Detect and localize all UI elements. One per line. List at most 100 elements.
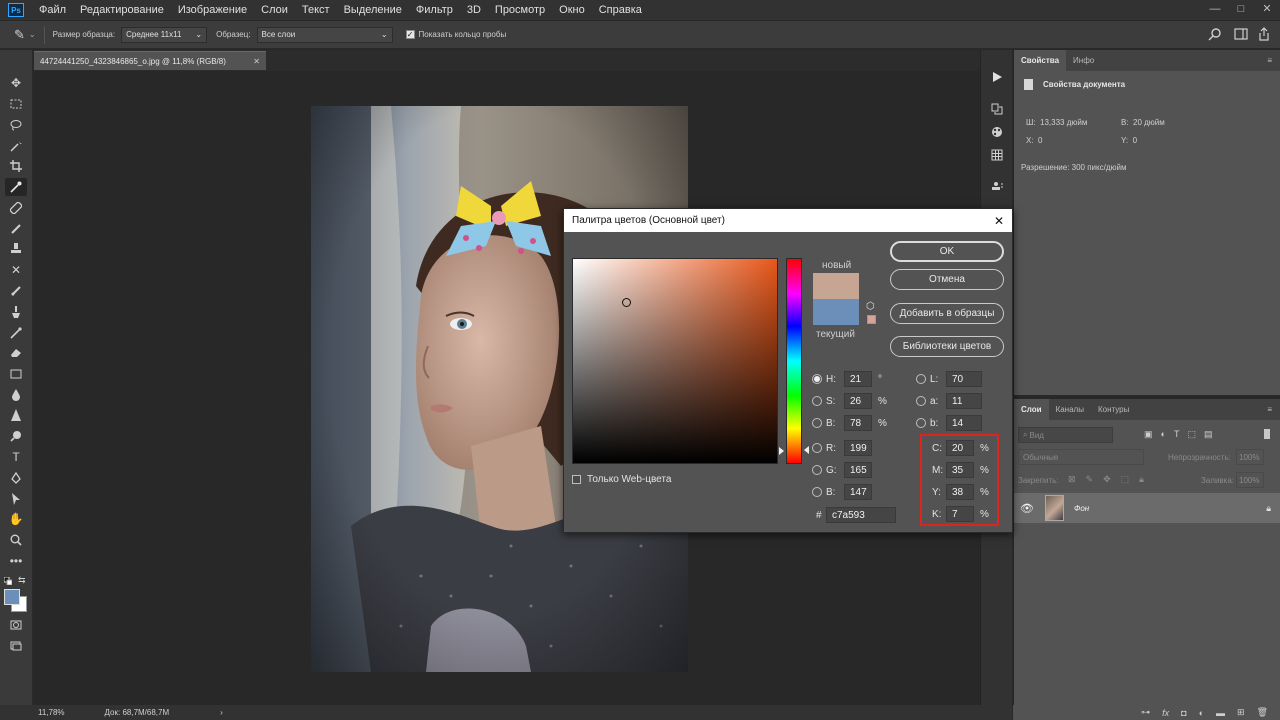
tab-layers[interactable]: Слои: [1014, 399, 1049, 420]
menu-filter[interactable]: Фильтр: [409, 4, 460, 16]
art-brush-tool-icon[interactable]: [5, 324, 27, 342]
erase-tool-icon[interactable]: [5, 344, 27, 362]
opacity-input[interactable]: 100%: [1236, 449, 1264, 465]
type-tool-icon[interactable]: T: [5, 448, 27, 466]
status-menu-arrow-icon[interactable]: ›: [220, 708, 223, 717]
blue-input[interactable]: 147: [844, 484, 872, 500]
color-field-cursor[interactable]: [622, 298, 631, 307]
eyedropper-tool-icon[interactable]: [5, 178, 27, 196]
clone-stamp-tool-icon[interactable]: [5, 240, 27, 258]
lock-all-icon[interactable]: 🔒︎: [1139, 474, 1144, 485]
lasso-tool-icon[interactable]: [5, 116, 27, 134]
blue-radio[interactable]: [812, 487, 822, 497]
visibility-eye-icon[interactable]: 👁︎: [1020, 502, 1034, 515]
width-value[interactable]: 13,333 дюйм: [1040, 118, 1087, 127]
red-radio[interactable]: [812, 443, 822, 453]
web-only-checkbox[interactable]: [572, 475, 581, 484]
saturation-radio[interactable]: [812, 396, 822, 406]
lock-paint-icon[interactable]: ✎: [1086, 474, 1094, 485]
blur-tool-icon[interactable]: [5, 386, 27, 404]
layer-filter-select[interactable]: ⌕ Вид: [1018, 427, 1113, 443]
x-value[interactable]: 0: [1038, 136, 1042, 145]
layer-style-icon[interactable]: fx: [1162, 708, 1169, 718]
shape-filter-icon[interactable]: ⬚: [1187, 429, 1196, 440]
a-channel-radio[interactable]: [916, 396, 926, 406]
mixer-brush-tool-icon[interactable]: [5, 303, 27, 321]
workspace-icon[interactable]: [1234, 27, 1248, 42]
height-value[interactable]: 20 дюйм: [1133, 118, 1165, 127]
red-input[interactable]: 199: [844, 440, 872, 456]
adjustment-filter-icon[interactable]: ◐: [1161, 429, 1166, 440]
color-palette-icon[interactable]: [986, 123, 1008, 141]
healing-brush-tool-icon[interactable]: [5, 199, 27, 217]
menu-help[interactable]: Справка: [592, 4, 649, 16]
out-of-gamut-cube-icon[interactable]: ⬡: [866, 301, 875, 312]
menu-type[interactable]: Текст: [295, 4, 337, 16]
lock-position-icon[interactable]: ✥: [1103, 474, 1111, 485]
dialog-close-icon[interactable]: ✕: [994, 214, 1004, 228]
panel-menu-icon[interactable]: ≡: [1267, 56, 1272, 65]
show-ring-checkbox[interactable]: ✓: [405, 30, 415, 39]
share-icon[interactable]: [1258, 26, 1270, 43]
new-layer-icon[interactable]: ⊞: [1237, 707, 1245, 718]
current-color-swatch[interactable]: [813, 299, 859, 325]
history-brush-tool-icon[interactable]: ✕: [5, 261, 27, 279]
hue-slider[interactable]: [786, 258, 802, 464]
menu-edit[interactable]: Редактирование: [73, 4, 171, 16]
search-icon[interactable]: [1208, 27, 1222, 43]
lightness-radio[interactable]: [916, 374, 926, 384]
type-filter-icon[interactable]: T: [1174, 429, 1180, 440]
brightness-input[interactable]: 78: [844, 415, 872, 431]
tool-preset-chevron-icon[interactable]: ⌄: [29, 30, 36, 39]
add-mask-icon[interactable]: ◘: [1181, 708, 1186, 718]
y-value[interactable]: 0: [1133, 136, 1137, 145]
tab-channels[interactable]: Каналы: [1049, 399, 1091, 420]
sample-size-select[interactable]: Среднее 11х11 ⌄: [121, 26, 208, 43]
brush-tool-icon[interactable]: [5, 220, 27, 238]
layer-name[interactable]: Фон: [1074, 504, 1089, 513]
minimize-button[interactable]: —: [1202, 0, 1228, 20]
screen-mode-icon[interactable]: [5, 637, 27, 655]
add-to-swatches-button[interactable]: Добавить в образцы: [890, 303, 1004, 324]
sample-select[interactable]: Все слои ⌄: [256, 26, 393, 43]
crop-tool-icon[interactable]: [5, 157, 27, 175]
eraser-tool-icon[interactable]: [5, 282, 27, 300]
menu-image[interactable]: Изображение: [171, 4, 254, 16]
foreground-color-swatch[interactable]: [4, 589, 20, 605]
swap-colors-icon[interactable]: ⇆: [18, 575, 26, 586]
zoom-tool-icon[interactable]: [5, 531, 27, 549]
green-radio[interactable]: [812, 465, 822, 475]
tab-paths[interactable]: Контуры: [1091, 399, 1136, 420]
tab-info[interactable]: Инфо: [1066, 50, 1101, 71]
path-selection-tool-icon[interactable]: [5, 490, 27, 508]
smart-object-filter-icon[interactable]: ▤: [1204, 429, 1213, 440]
dodge-tool-icon[interactable]: [5, 427, 27, 445]
layer-comps-icon[interactable]: [986, 178, 1008, 196]
gradient-tool-icon[interactable]: [5, 365, 27, 383]
marquee-tool-icon[interactable]: [5, 95, 27, 113]
hue-slider-handle[interactable]: [804, 446, 809, 454]
pen-tool-icon[interactable]: [5, 469, 27, 487]
a-channel-input[interactable]: 11: [946, 393, 982, 409]
swatches-grid-icon[interactable]: [986, 146, 1008, 164]
blend-mode-select[interactable]: Обычные: [1018, 449, 1144, 465]
new-group-icon[interactable]: ▬: [1216, 708, 1225, 718]
menu-layers[interactable]: Слои: [254, 4, 295, 16]
link-layers-icon[interactable]: ⊶: [1141, 707, 1150, 718]
history-icon[interactable]: [986, 100, 1008, 118]
zoom-level[interactable]: 11,78%: [38, 708, 65, 717]
menu-select[interactable]: Выделение: [337, 4, 409, 16]
maximize-button[interactable]: □: [1228, 0, 1254, 20]
web-safe-swatch[interactable]: [867, 315, 876, 324]
green-input[interactable]: 165: [844, 462, 872, 478]
tab-properties[interactable]: Свойства: [1014, 50, 1067, 71]
lightness-input[interactable]: 70: [946, 371, 982, 387]
quick-mask-icon[interactable]: [5, 616, 27, 634]
hue-input[interactable]: 21: [844, 371, 872, 387]
magic-wand-tool-icon[interactable]: [5, 137, 27, 155]
b-channel-input[interactable]: 14: [946, 415, 982, 431]
actions-play-icon[interactable]: [986, 68, 1008, 86]
close-window-button[interactable]: ✕: [1254, 0, 1280, 20]
hex-input[interactable]: c7a593: [826, 507, 896, 523]
panel-menu-icon[interactable]: ≡: [1267, 405, 1272, 414]
